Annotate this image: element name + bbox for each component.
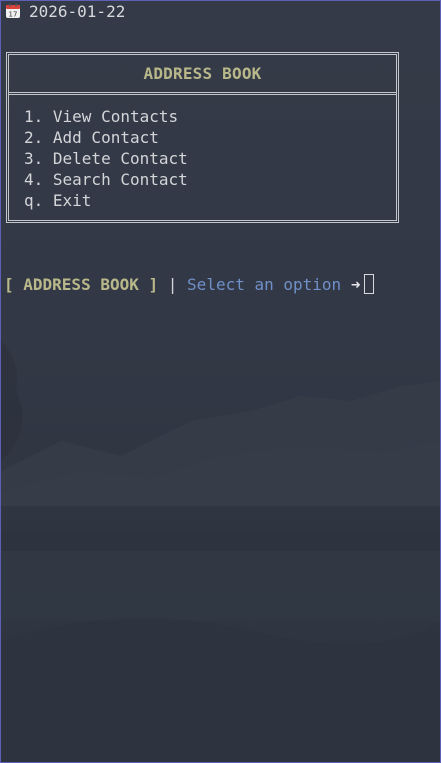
prompt-text: Select an option: [187, 275, 342, 294]
date-line: 17 2026-01-22: [5, 2, 125, 22]
menu-box: ADDRESS BOOK 1. View Contacts 2. Add Con…: [6, 52, 399, 223]
prompt-context: [ ADDRESS BOOK ]: [4, 275, 159, 294]
prompt-separator: |: [167, 275, 178, 294]
menu-item-search-contact[interactable]: 4. Search Contact: [24, 169, 188, 190]
menu-item-view-contacts[interactable]: 1. View Contacts: [24, 106, 188, 127]
prompt-line[interactable]: [ ADDRESS BOOK ] | Select an option ➜: [4, 273, 375, 297]
menu-item-delete-contact[interactable]: 3. Delete Contact: [24, 148, 188, 169]
calendar-icon: 17: [5, 3, 21, 19]
menu-item-add-contact[interactable]: 2. Add Contact: [24, 127, 188, 148]
svg-text:17: 17: [9, 11, 18, 19]
text-cursor[interactable]: [364, 274, 375, 294]
menu-list: 1. View Contacts 2. Add Contact 3. Delet…: [24, 106, 188, 211]
menu-title-row: ADDRESS BOOK: [9, 55, 396, 95]
arrow-icon: ➜: [350, 275, 361, 294]
terminal-window[interactable]: 17 2026-01-22 ADDRESS BOOK 1. View Contac…: [0, 0, 441, 763]
menu-title: ADDRESS BOOK: [143, 64, 262, 83]
date-text: 2026-01-22: [29, 2, 126, 21]
menu-item-exit[interactable]: q. Exit: [24, 190, 188, 211]
